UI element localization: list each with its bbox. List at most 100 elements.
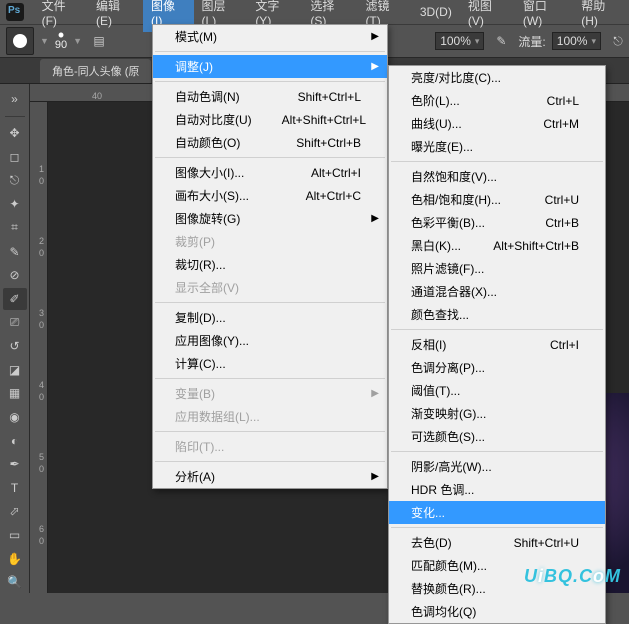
adjust-menu-item[interactable]: 去色(D)Shift+Ctrl+U <box>389 531 605 554</box>
image-menu-item[interactable]: 应用图像(Y)... <box>153 329 387 352</box>
menu-item-label: 去色(D) <box>411 534 452 551</box>
menu-item-label: 黑白(K)... <box>411 237 461 254</box>
image-menu-item[interactable]: 自动色调(N)Shift+Ctrl+L <box>153 85 387 108</box>
gradient-tool[interactable]: ▦ <box>3 382 27 404</box>
menu-item-label: 自动对比度(U) <box>175 111 252 128</box>
adjust-menu-item[interactable]: 色彩平衡(B)...Ctrl+B <box>389 211 605 234</box>
image-menu-item[interactable]: 模式(M)▶ <box>153 25 387 48</box>
chevron-down-icon: ▾ <box>591 36 596 47</box>
adjust-menu-item[interactable]: 色相/饱和度(H)...Ctrl+U <box>389 188 605 211</box>
image-menu-item[interactable]: 图像大小(I)...Alt+Ctrl+I <box>153 161 387 184</box>
lasso-tool[interactable]: ⎋ <box>3 170 27 192</box>
brush-tool[interactable]: ✐ <box>3 288 27 310</box>
adjust-menu-item[interactable]: 阈值(T)... <box>389 379 605 402</box>
healing-tool[interactable]: ⊘ <box>3 264 27 286</box>
chevron-down-icon[interactable]: ▼ <box>40 36 49 46</box>
watermark: UiBQ.CoM <box>524 566 621 587</box>
brush-size-value: 90 <box>55 39 67 51</box>
ruler-tick: 0 <box>30 248 44 258</box>
adjust-menu-item[interactable]: HDR 色调... <box>389 478 605 501</box>
chevron-down-icon[interactable]: ▼ <box>73 36 82 46</box>
image-menu-separator <box>155 302 385 303</box>
menu-edit[interactable]: 编辑(E) <box>88 0 143 32</box>
adjust-menu-item[interactable]: 曲线(U)...Ctrl+M <box>389 112 605 135</box>
dodge-tool[interactable]: ◐ <box>3 430 27 452</box>
opacity-value: 100% <box>440 34 471 48</box>
image-menu-item[interactable]: 计算(C)... <box>153 352 387 375</box>
menu-item-shortcut: Ctrl+M <box>543 117 579 131</box>
adjust-menu-item[interactable]: 颜色查找... <box>389 303 605 326</box>
adjust-menu-item[interactable]: 色阶(L)...Ctrl+L <box>389 89 605 112</box>
pressure-opacity-icon[interactable]: ✎ <box>490 30 512 52</box>
image-menu-item[interactable]: 图像旋转(G)▶ <box>153 207 387 230</box>
image-menu-item[interactable]: 自动颜色(O)Shift+Ctrl+B <box>153 131 387 154</box>
move-tool[interactable]: ✥ <box>3 123 27 145</box>
menu-3d[interactable]: 3D(D) <box>412 1 460 23</box>
shape-tool[interactable]: ▭ <box>3 524 27 546</box>
flow-control[interactable]: 100% ▾ <box>552 32 601 50</box>
menu-item-label: 阈值(T)... <box>411 382 460 399</box>
tool-preset-picker[interactable] <box>6 27 34 55</box>
brush-panel-icon[interactable]: ▤ <box>88 30 110 52</box>
menu-item-label: 应用数据组(L)... <box>175 408 260 425</box>
image-menu-item[interactable]: 分析(A)▶ <box>153 465 387 488</box>
history-brush-tool[interactable]: ↺ <box>3 335 27 357</box>
adjust-menu-item[interactable]: 曝光度(E)... <box>389 135 605 158</box>
menu-item-label: 应用图像(Y)... <box>175 332 249 349</box>
document-tab[interactable]: 角色-同人头像 (原 <box>40 59 151 83</box>
path-selection-tool[interactable]: ⬀ <box>3 501 27 523</box>
image-menu-item: 应用数据组(L)... <box>153 405 387 428</box>
brush-icon <box>13 34 27 48</box>
image-menu-separator <box>155 431 385 432</box>
adjust-menu-item[interactable]: 色调分离(P)... <box>389 356 605 379</box>
adjust-menu-item[interactable]: 反相(I)Ctrl+I <box>389 333 605 356</box>
ruler-tick: 0 <box>30 176 44 186</box>
brush-size-control[interactable]: • 90 <box>55 31 67 51</box>
ruler-tick: 4 <box>30 380 44 390</box>
adjust-menu-separator <box>391 527 603 528</box>
menu-help[interactable]: 帮助(H) <box>573 0 629 32</box>
eraser-tool[interactable]: ◪ <box>3 359 27 381</box>
adjust-menu-item[interactable]: 变化... <box>389 501 605 524</box>
adjust-menu-item[interactable]: 照片滤镜(F)... <box>389 257 605 280</box>
menu-window[interactable]: 窗口(W) <box>515 0 573 32</box>
menu-item-shortcut: Shift+Ctrl+B <box>296 136 361 150</box>
submenu-arrow-icon: ▶ <box>371 388 379 399</box>
wand-tool[interactable]: ✦ <box>3 193 27 215</box>
image-menu-item[interactable]: 调整(J)▶ <box>153 55 387 78</box>
adjust-menu-item[interactable]: 阴影/高光(W)... <box>389 455 605 478</box>
menu-item-shortcut: Alt+Shift+Ctrl+B <box>493 239 579 253</box>
opacity-control[interactable]: 100% ▾ <box>435 32 484 50</box>
adjust-menu-item[interactable]: 亮度/对比度(C)... <box>389 66 605 89</box>
image-menu-item[interactable]: 画布大小(S)...Alt+Ctrl+C <box>153 184 387 207</box>
crop-tool[interactable]: ⌗ <box>3 217 27 239</box>
adjustments-submenu: 亮度/对比度(C)...色阶(L)...Ctrl+L曲线(U)...Ctrl+M… <box>388 65 606 624</box>
eyedropper-tool[interactable]: ✎ <box>3 241 27 263</box>
hand-tool[interactable]: ✋ <box>3 548 27 570</box>
ruler-tick: 6 <box>30 524 44 534</box>
menu-view[interactable]: 视图(V) <box>460 0 515 32</box>
adjust-menu-item[interactable]: 黑白(K)... Alt+Shift+Ctrl+B <box>389 234 605 257</box>
adjust-menu-item[interactable]: 色调均化(Q) <box>389 600 605 623</box>
image-menu-item[interactable]: 自动对比度(U) Alt+Shift+Ctrl+L <box>153 108 387 131</box>
image-menu-item: 显示全部(V) <box>153 276 387 299</box>
marquee-tool[interactable]: ◻ <box>3 146 27 168</box>
type-tool[interactable]: T <box>3 477 27 499</box>
adjust-menu-item[interactable]: 可选颜色(S)... <box>389 425 605 448</box>
menu-item-label: 色彩平衡(B)... <box>411 214 485 231</box>
menu-item-shortcut: Ctrl+L <box>547 94 579 108</box>
airbrush-icon[interactable]: ⎋ <box>607 30 629 52</box>
adjust-menu-item[interactable]: 通道混合器(X)... <box>389 280 605 303</box>
adjust-menu-item[interactable]: 渐变映射(G)... <box>389 402 605 425</box>
menu-item-shortcut: Alt+Shift+Ctrl+L <box>282 113 366 127</box>
menu-item-label: 图像旋转(G) <box>175 210 240 227</box>
pen-tool[interactable]: ✒ <box>3 453 27 475</box>
chevron-down-icon: ▾ <box>475 36 480 47</box>
image-menu-item[interactable]: 裁切(R)... <box>153 253 387 276</box>
adjust-menu-item[interactable]: 自然饱和度(V)... <box>389 165 605 188</box>
collapse-icon[interactable]: » <box>3 88 27 110</box>
image-menu-item[interactable]: 复制(D)... <box>153 306 387 329</box>
stamp-tool[interactable]: ⎚ <box>3 312 27 334</box>
zoom-tool[interactable]: 🔍 <box>3 571 27 593</box>
blur-tool[interactable]: ◉ <box>3 406 27 428</box>
